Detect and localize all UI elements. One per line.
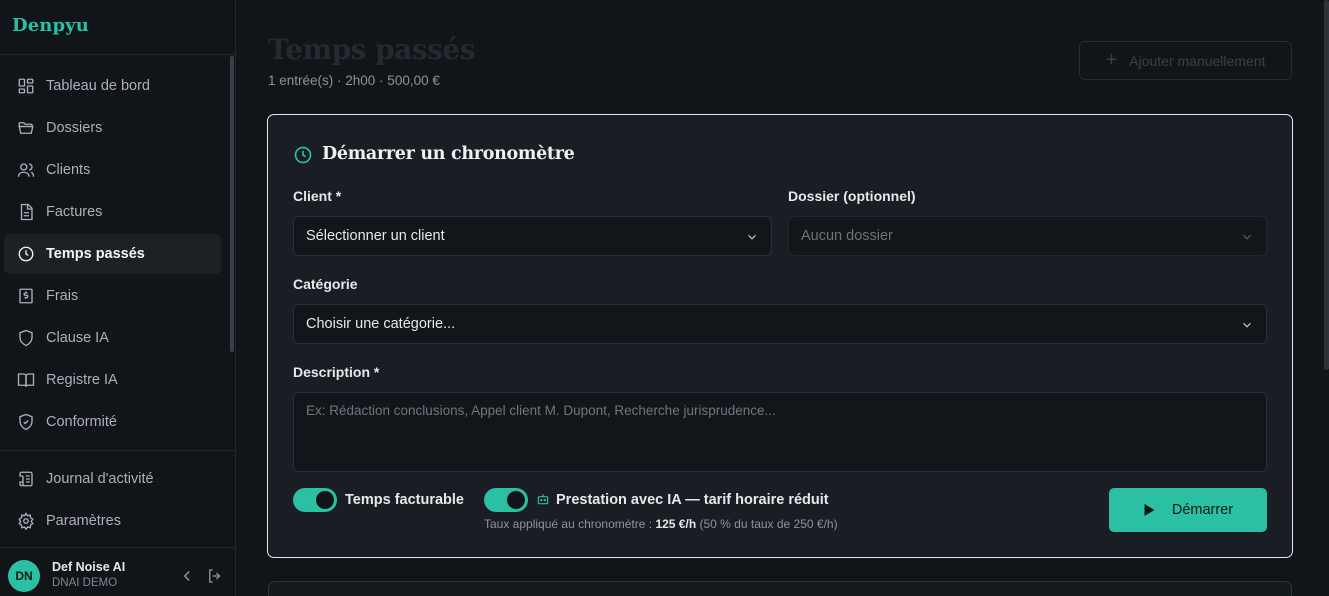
rate-prefix: Taux appliqué au chronomètre : [484,517,656,531]
sidebar-item-parametres[interactable]: Paramètres [4,501,221,541]
sidebar-item-tableau-de-bord[interactable]: Tableau de bord [4,66,221,106]
dashboard-icon [18,78,34,94]
play-icon [1144,504,1155,516]
client-select-value: Sélectionner un client [306,228,445,244]
user-organization: DNAI DEMO [52,577,118,589]
robot-icon [537,494,549,505]
plus-icon: + [1105,48,1118,71]
sidebar-item-frais[interactable]: Frais [4,276,221,316]
main-scrollbar[interactable] [1324,0,1329,370]
description-input[interactable] [293,392,1267,472]
chevron-down-icon [1243,322,1251,328]
sidebar-item-label: Frais [46,288,79,304]
folder-icon [18,122,34,134]
rate-suffix: (50 % du taux de 250 €/h) [696,517,838,531]
timer-card-title: Démarrer un chronomètre [322,144,575,164]
sidebar-item-label: Registre IA [46,372,118,388]
avatar[interactable]: DN [8,560,40,592]
sidebar-item-label: Temps passés [46,246,145,262]
chevron-left-icon[interactable] [178,567,196,585]
sidebar-scrollbar[interactable] [230,56,234,352]
rate-value: 125 €/h [655,517,697,531]
sidebar-item-label: Clause IA [46,330,109,346]
chevron-down-icon [1243,234,1251,240]
sidebar-item-clause-ia[interactable]: Clause IA [4,318,221,358]
client-label: Client * [293,188,342,204]
divider [0,547,235,548]
sidebar-item-label: Clients [46,162,91,178]
rate-note: Taux appliqué au chronomètre : 125 €/h (… [484,517,838,531]
toggle-knob [316,491,334,509]
entries-card [268,581,1292,596]
sidebar-item-journal[interactable]: Journal d'activité [4,459,221,499]
billable-toggle[interactable] [293,488,337,512]
sidebar-item-temps-passes[interactable]: Temps passés [4,234,221,274]
sidebar-item-conformite[interactable]: Conformité [4,402,221,442]
brand-logo[interactable]: Denpyu [12,15,89,36]
sidebar-item-clients[interactable]: Clients [4,150,221,190]
scroll-icon [19,471,33,487]
add-manual-label: Ajouter manuellement [1129,52,1266,69]
sidebar-item-label: Factures [46,204,103,220]
dossier-label: Dossier (optionnel) [788,188,916,204]
category-select-value: Choisir une catégorie... [306,316,456,332]
receipt-icon [19,288,33,304]
sidebar-secondary-nav: Journal d'activité Paramètres [4,459,221,543]
sidebar-item-label: Paramètres [46,513,121,529]
timer-card: Démarrer un chronomètre Client * Sélecti… [267,114,1293,558]
user-name: Def Noise AI [52,560,126,574]
page-title: Temps passés [268,33,475,66]
start-button-label: Démarrer [1171,502,1234,518]
billable-label: Temps facturable [345,492,464,508]
logout-icon[interactable] [206,567,224,585]
invoice-icon [20,203,33,221]
shield-icon [19,329,33,347]
users-icon [17,163,35,177]
divider [0,54,235,55]
clock-icon [18,246,34,262]
chevron-down-icon [748,234,756,240]
dossier-select-value: Aucun dossier [801,228,893,244]
sidebar: Denpyu Tableau de bord Dossiers Clients … [0,0,236,596]
category-select[interactable]: Choisir une catégorie... [293,304,1267,344]
client-select[interactable]: Sélectionner un client [293,216,772,256]
sidebar-item-label: Dossiers [46,120,103,136]
book-icon [17,373,35,387]
shield-check-icon [19,413,33,431]
toggle-knob [507,491,525,509]
description-label: Description * [293,364,380,380]
page-summary: 1 entrée(s) · 2h00 · 500,00 € [268,73,440,88]
sidebar-item-registre-ia[interactable]: Registre IA [4,360,221,400]
sidebar-item-label: Conformité [46,414,117,430]
sidebar-nav: Tableau de bord Dossiers Clients Facture… [4,66,221,444]
divider [0,450,235,451]
ai-service-label: Prestation avec IA — tarif horaire rédui… [556,492,829,508]
gear-icon [18,512,34,530]
sidebar-item-dossiers[interactable]: Dossiers [4,108,221,148]
sidebar-item-label: Journal d'activité [46,471,154,487]
ai-service-toggle[interactable] [484,488,528,512]
sidebar-item-label: Tableau de bord [46,78,150,94]
category-label: Catégorie [293,276,358,292]
start-button[interactable]: Démarrer [1109,488,1267,532]
add-manual-button[interactable]: + Ajouter manuellement [1079,41,1292,80]
sidebar-item-factures[interactable]: Factures [4,192,221,232]
dossier-select[interactable]: Aucun dossier [788,216,1267,256]
clock-icon [294,146,312,164]
